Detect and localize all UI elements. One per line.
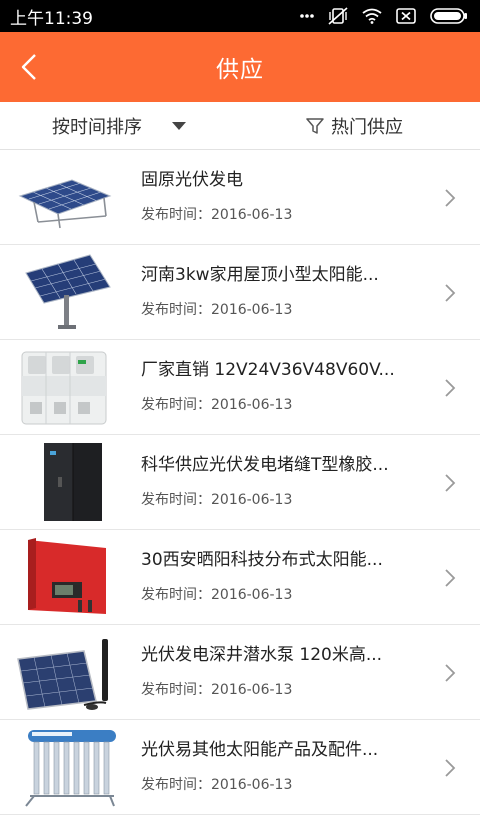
- item-date: 发布时间：2016-06-13: [141, 682, 293, 698]
- back-button[interactable]: [14, 51, 44, 83]
- item-title: 河南3kw家用屋顶小型太阳能...: [141, 265, 379, 285]
- product-image: [14, 631, 120, 713]
- list-item[interactable]: 河南3kw家用屋顶小型太阳能... 发布时间：2016-06-13: [0, 245, 480, 340]
- chevron-right-icon: [445, 379, 456, 397]
- chevron-right-icon: [445, 569, 456, 587]
- page-title: 供应: [216, 57, 264, 83]
- product-image: [14, 441, 120, 523]
- product-image: [14, 156, 120, 238]
- list-item[interactable]: 30西安晒阳科技分布式太阳能... 发布时间：2016-06-13: [0, 530, 480, 625]
- status-time: 上午11:39: [10, 8, 93, 29]
- funnel-icon: [306, 118, 324, 134]
- item-title: 光伏发电深井潜水泵 120米高...: [141, 645, 383, 665]
- item-title: 厂家直销 12V24V36V48V60V...: [141, 360, 395, 380]
- chevron-right-icon: [445, 284, 456, 302]
- wifi-icon: [362, 8, 382, 24]
- hot-supply-filter[interactable]: 热门供应: [305, 102, 403, 150]
- item-date: 发布时间：2016-06-13: [141, 397, 293, 413]
- mute-vibrate-icon: [328, 7, 348, 25]
- product-image: [14, 726, 120, 808]
- list-item[interactable]: 光伏发电深井潜水泵 120米高... 发布时间：2016-06-13: [0, 625, 480, 720]
- chevron-right-icon: [445, 759, 456, 777]
- chevron-right-icon: [445, 474, 456, 492]
- item-date: 发布时间：2016-06-13: [141, 302, 293, 318]
- no-sim-icon: [396, 8, 416, 24]
- more-icon: [300, 13, 314, 19]
- chevron-right-icon: [445, 189, 456, 207]
- item-date: 发布时间：2016-06-13: [141, 207, 293, 223]
- sort-label: 按时间排序: [52, 117, 142, 138]
- item-title: 固原光伏发电: [141, 170, 243, 190]
- battery-icon: [430, 7, 468, 25]
- product-image: [14, 536, 120, 618]
- item-title: 光伏易其他太阳能产品及配件...: [141, 740, 379, 760]
- product-image: [14, 346, 120, 428]
- status-bar: 上午11:39: [0, 0, 480, 32]
- chevron-left-icon: [21, 54, 36, 80]
- item-date: 发布时间：2016-06-13: [141, 777, 293, 793]
- item-title: 30西安晒阳科技分布式太阳能...: [141, 550, 383, 570]
- supply-list: 固原光伏发电 发布时间：2016-06-13 河南3kw家用屋顶小型太阳能...…: [0, 150, 480, 815]
- sort-dropdown[interactable]: 按时间排序: [52, 102, 186, 150]
- status-icons: [300, 7, 468, 25]
- item-date: 发布时间：2016-06-13: [141, 492, 293, 508]
- filter-bar: 按时间排序 热门供应: [0, 102, 480, 150]
- hot-supply-label: 热门供应: [331, 117, 403, 138]
- list-item[interactable]: 固原光伏发电 发布时间：2016-06-13: [0, 150, 480, 245]
- caret-down-icon: [172, 122, 186, 130]
- list-item[interactable]: 厂家直销 12V24V36V48V60V... 发布时间：2016-06-13: [0, 340, 480, 435]
- list-item[interactable]: 科华供应光伏发电堵缝T型橡胶... 发布时间：2016-06-13: [0, 435, 480, 530]
- app-bar: 供应: [0, 32, 480, 102]
- item-date: 发布时间：2016-06-13: [141, 587, 293, 603]
- product-image: [14, 251, 120, 333]
- chevron-right-icon: [445, 664, 456, 682]
- list-item[interactable]: 光伏易其他太阳能产品及配件... 发布时间：2016-06-13: [0, 720, 480, 815]
- item-title: 科华供应光伏发电堵缝T型橡胶...: [141, 455, 389, 475]
